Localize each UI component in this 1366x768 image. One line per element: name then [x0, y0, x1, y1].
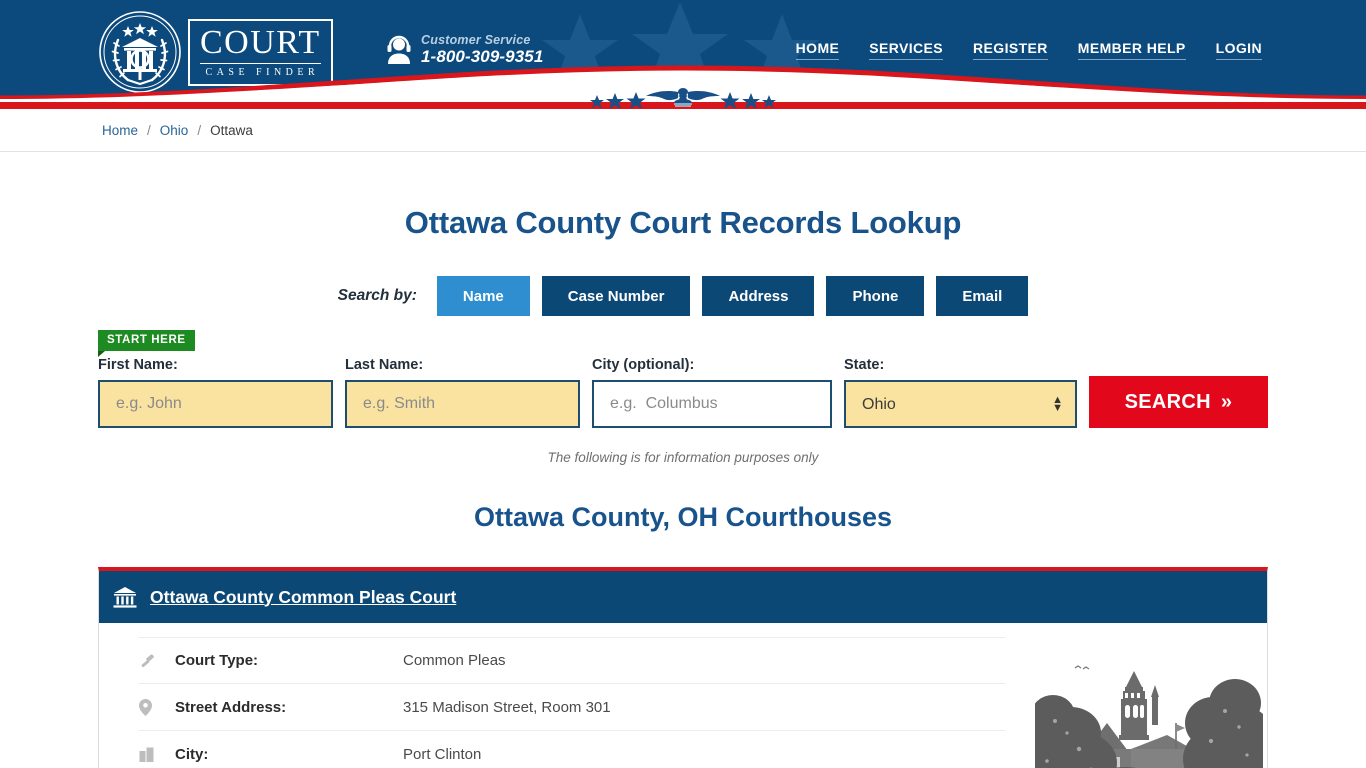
courthouse-photo-wrap — [1029, 637, 1267, 768]
headset-support-icon — [387, 35, 411, 64]
logo-word-main: COURT — [200, 25, 321, 64]
bank-building-icon — [113, 587, 137, 608]
nav-item-login[interactable]: LOGIN — [1215, 40, 1262, 60]
nav-item-member-help[interactable]: MEMBER HELP — [1077, 40, 1186, 60]
courthouse-photo — [1035, 637, 1263, 768]
state-field-group: State: Ohio ▲ ▼ — [844, 357, 1077, 428]
search-button[interactable]: SEARCH » — [1089, 376, 1268, 428]
breadcrumb-item-home[interactable]: Home — [102, 123, 138, 138]
first-name-field-group: First Name: — [98, 357, 333, 428]
detail-value-city: Port Clinton — [403, 745, 482, 763]
first-name-label: First Name: — [98, 357, 178, 373]
last-name-label: Last Name: — [345, 357, 424, 373]
detail-row-court-type: Court Type: Common Pleas — [139, 637, 1005, 684]
state-label: State: — [844, 357, 885, 373]
start-here-badge: START HERE — [98, 330, 195, 357]
detail-row-city: City: Port Clinton — [139, 731, 1005, 768]
logo-wordmark: COURT CASE FINDER — [188, 18, 333, 86]
breadcrumb-separator-1: / — [147, 122, 151, 138]
disclaimer-text: The following is for information purpose… — [547, 450, 819, 465]
detail-value-street-address: 315 Madison Street, Room 301 — [403, 698, 611, 716]
customer-service-block[interactable]: Customer Service 1-800-309-9351 — [386, 33, 543, 67]
courthouse-details: Court Type: Common Pleas Street Address:… — [99, 637, 1029, 768]
detail-label-street-address: Street Address: — [175, 698, 287, 716]
tab-phone[interactable]: Phone — [826, 276, 925, 316]
breadcrumb-item-ottawa: Ottawa — [210, 122, 253, 138]
breadcrumb: Home / Ohio / Ottawa — [0, 109, 1366, 152]
main-navigation: HOME SERVICES REGISTER MEMBER HELP LOGIN — [795, 40, 1262, 60]
tab-email[interactable]: Email — [936, 276, 1029, 316]
breadcrumb-item-ohio[interactable]: Ohio — [160, 123, 189, 138]
customer-service-phone[interactable]: 1-800-309-9351 — [421, 47, 543, 67]
gavel-icon — [139, 652, 175, 669]
tab-address[interactable]: Address — [702, 276, 815, 316]
chevron-double-right-icon: » — [1220, 390, 1233, 413]
nav-item-home[interactable]: HOME — [795, 40, 840, 60]
nav-item-services[interactable]: SERVICES — [869, 40, 944, 60]
detail-label-court-type: Court Type: — [175, 652, 259, 669]
logo-word-sub: CASE FINDER — [205, 66, 320, 78]
city-icon — [139, 747, 175, 762]
search-form: START HERE First Name: Last Name: City (… — [98, 324, 1268, 428]
eagle-emblem-wrap — [583, 86, 783, 109]
courthouse-card-body: Court Type: Common Pleas Street Address:… — [99, 623, 1267, 768]
site-logo[interactable]: COURT CASE FINDER — [98, 8, 348, 96]
nav-item-register[interactable]: REGISTER — [973, 40, 1048, 60]
state-select[interactable]: Ohio — [844, 380, 1077, 428]
city-input[interactable] — [592, 380, 832, 428]
search-by-label: Search by: — [337, 287, 417, 304]
map-pin-icon — [139, 698, 175, 716]
detail-value-court-type: Common Pleas — [403, 652, 506, 669]
breadcrumb-separator-2: / — [197, 122, 202, 138]
page-title: Ottawa County Court Records Lookup — [404, 205, 962, 240]
customer-service-label: Customer Service — [421, 33, 531, 47]
detail-row-street-address: Street Address: 315 Madison Street, Room… — [139, 684, 1005, 731]
city-label: City (optional): — [592, 357, 695, 373]
tab-name[interactable]: Name — [436, 276, 530, 316]
courthouse-card: Ottawa County Common Pleas Court Court T… — [98, 567, 1268, 768]
last-name-field-group: Last Name: — [345, 357, 580, 428]
tab-case-number[interactable]: Case Number — [541, 276, 691, 316]
search-by-tabs: Search by: Name Case Number Address Phon… — [0, 276, 1366, 316]
court-emblem-icon — [99, 11, 181, 93]
courthouse-card-header: Ottawa County Common Pleas Court — [99, 571, 1267, 623]
last-name-input[interactable] — [345, 380, 580, 428]
section-title: Ottawa County, OH Courthouses — [473, 502, 892, 532]
courthouse-title-link[interactable]: Ottawa County Common Pleas Court — [150, 587, 456, 608]
detail-label-city: City: — [175, 745, 209, 763]
search-button-label: SEARCH — [1124, 390, 1211, 413]
city-field-group: City (optional): — [592, 357, 832, 428]
eagle-icon — [590, 88, 776, 109]
first-name-input[interactable] — [98, 380, 333, 428]
